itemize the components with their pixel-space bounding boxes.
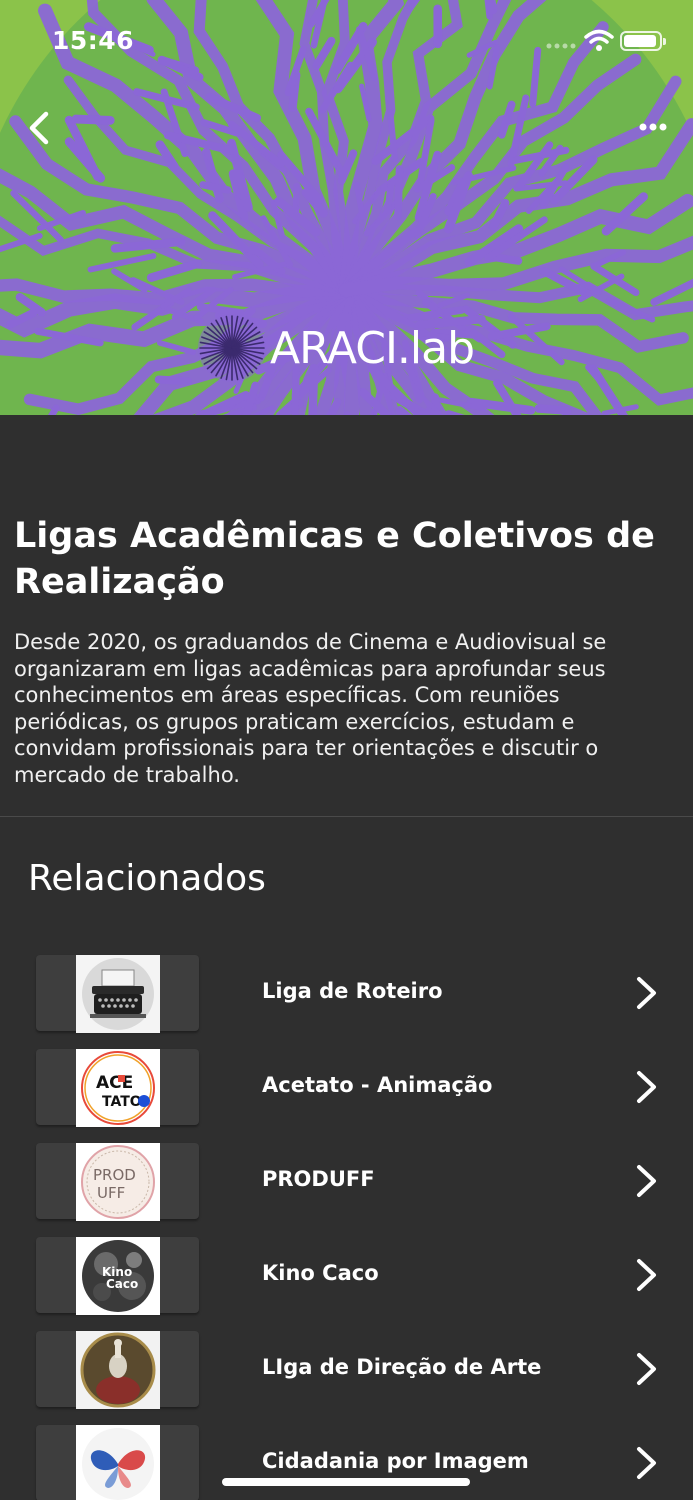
- related-section-title: Relacionados: [28, 858, 266, 899]
- chevron-right-icon: [637, 1165, 656, 1197]
- chevron-right-icon: [637, 977, 656, 1009]
- araci-lab-logo: ARACI.lab: [196, 312, 475, 384]
- chevron-right-icon: [637, 1353, 656, 1385]
- wifi-icon: [584, 29, 614, 51]
- status-bar: 15:46: [0, 0, 693, 80]
- produff-logo-text-1: PROD: [93, 1166, 136, 1184]
- butterfly-thumbnail: [76, 1425, 160, 1500]
- more-options-button[interactable]: [632, 112, 676, 142]
- acetato-logo-text-2: TATO: [102, 1094, 142, 1110]
- produff-logo-icon: PROD UFF: [81, 1145, 155, 1219]
- butterfly-icon: [82, 1428, 154, 1500]
- cellular-signal-icon: [546, 43, 576, 49]
- kino-caco-logo-icon: Kino Caco: [82, 1240, 154, 1312]
- thumbnail-frame: Kino Caco: [36, 1237, 199, 1315]
- art-direction-thumbnail: [76, 1331, 160, 1409]
- kino-caco-logo-text-2: Caco: [106, 1277, 138, 1291]
- related-item-liga-de-roteiro[interactable]: Liga de Roteiro: [0, 953, 693, 1047]
- home-indicator[interactable]: [222, 1478, 470, 1486]
- hero-banner: 15:46 ARACI.lab: [0, 0, 693, 415]
- related-item-label: LIga de Direção de Arte: [262, 1355, 542, 1379]
- thumbnail-frame: ACE TATO: [36, 1049, 199, 1127]
- related-item-label: Kino Caco: [262, 1261, 379, 1285]
- chevron-right-icon: [637, 1259, 656, 1291]
- article-description: Desde 2020, os graduandos de Cinema e Au…: [14, 630, 607, 787]
- acetato-logo-text-1: ACE: [96, 1073, 133, 1093]
- chevron-left-icon: [29, 111, 49, 145]
- chevron-right-icon: [637, 1071, 656, 1103]
- acetato-thumbnail: ACE TATO: [76, 1049, 160, 1127]
- related-item-produff[interactable]: PROD UFF PRODUFF: [0, 1141, 693, 1235]
- typewriter-icon: [82, 958, 154, 1030]
- related-item-label: Acetato - Animação: [262, 1073, 493, 1097]
- typewriter-thumbnail: [76, 955, 160, 1033]
- produff-thumbnail: PROD UFF: [76, 1143, 160, 1221]
- produff-logo-text-2: UFF: [97, 1184, 125, 1202]
- related-item-label: Liga de Roteiro: [262, 979, 443, 1003]
- acetato-logo-icon: ACE TATO: [81, 1051, 155, 1125]
- art-portrait-icon: [80, 1332, 156, 1408]
- thumbnail-frame: PROD UFF: [36, 1143, 199, 1221]
- related-item-acetato-animacao[interactable]: ACE TATO Acetato - Animação: [0, 1047, 693, 1141]
- related-item-direcao-de-arte[interactable]: LIga de Direção de Arte: [0, 1329, 693, 1423]
- logo-text: ARACI.lab: [270, 322, 475, 374]
- page-title: Ligas Acadêmicas e Coletivos de Realizaç…: [14, 516, 655, 602]
- chevron-right-icon: [637, 1447, 656, 1479]
- related-item-kino-caco[interactable]: Kino Caco Kino Caco: [0, 1235, 693, 1329]
- related-item-label: Cidadania por Imagem: [262, 1449, 529, 1473]
- related-item-cidadania-por-imagem[interactable]: Cidadania por Imagem: [0, 1423, 693, 1500]
- kino-caco-thumbnail: Kino Caco: [76, 1237, 160, 1315]
- thumbnail-frame: [36, 955, 199, 1033]
- thumbnail-frame: [36, 1331, 199, 1409]
- divider: [0, 816, 693, 817]
- more-dots-icon: [639, 123, 667, 131]
- status-time: 15:46: [52, 26, 135, 55]
- thumbnail-frame: [36, 1425, 199, 1500]
- battery-icon: [620, 31, 666, 51]
- related-item-label: PRODUFF: [262, 1167, 375, 1191]
- back-button[interactable]: [22, 106, 62, 150]
- araci-tree-icon: [198, 314, 266, 382]
